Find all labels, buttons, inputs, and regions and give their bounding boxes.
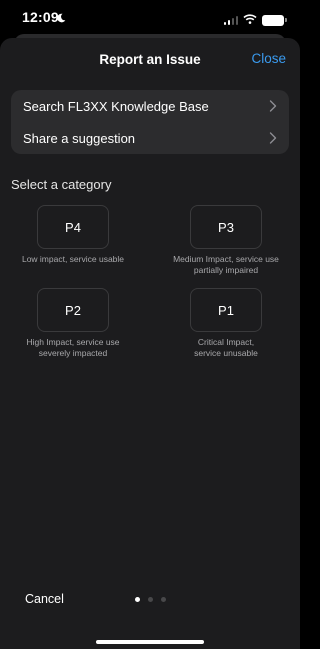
category-description: Low impact, service usable <box>7 254 139 265</box>
options-card: Search FL3XX Knowledge Base Share a sugg… <box>11 90 289 154</box>
category-description: Critical Impact, service unusable <box>160 337 292 359</box>
wifi-icon <box>243 11 257 29</box>
category-description-line: partially impaired <box>193 265 259 275</box>
home-indicator[interactable] <box>96 640 204 644</box>
category-p3-button[interactable]: P3 <box>190 205 262 249</box>
menu-item-label: Search FL3XX Knowledge Base <box>23 98 209 114</box>
section-label: Select a category <box>11 177 112 192</box>
category-p2: P2 High Impact, service use severely imp… <box>7 288 139 359</box>
category-p4-button[interactable]: P4 <box>37 205 109 249</box>
page-dot-active <box>135 597 140 602</box>
moon-icon <box>56 10 66 28</box>
page-dot <box>161 597 166 602</box>
category-p1: P1 Critical Impact, service unusable <box>160 288 292 359</box>
category-description-line: Low impact, service usable <box>21 254 125 264</box>
category-description: Medium Impact, service use partially imp… <box>160 254 292 276</box>
page-dot <box>148 597 153 602</box>
category-p4: P4 Low impact, service usable <box>7 205 139 265</box>
report-issue-sheet: Report an Issue Close Search FL3XX Knowl… <box>0 38 300 649</box>
chevron-right-icon <box>269 100 277 112</box>
sheet-header: Report an Issue Close <box>0 38 300 82</box>
menu-item-label: Share a suggestion <box>23 130 136 146</box>
status-bar: 12:09 <box>0 0 300 34</box>
category-description-line: High Impact, service use <box>26 337 120 347</box>
category-description-line: service unusable <box>194 348 258 358</box>
status-time: 12:09 <box>22 9 59 25</box>
menu-item-search-knowledge-base[interactable]: Search FL3XX Knowledge Base <box>11 90 289 122</box>
menu-item-share-suggestion[interactable]: Share a suggestion <box>11 122 289 154</box>
category-p2-button[interactable]: P2 <box>37 288 109 332</box>
cancel-button[interactable]: Cancel <box>25 592 64 606</box>
page-indicator <box>135 597 166 602</box>
category-description-line: Critical Impact, <box>197 337 255 347</box>
close-button[interactable]: Close <box>251 51 286 66</box>
category-description-line: severely impacted <box>38 348 108 358</box>
category-p1-button[interactable]: P1 <box>190 288 262 332</box>
chevron-right-icon <box>269 132 277 144</box>
battery-icon <box>262 14 287 26</box>
cellular-signal-icon <box>223 15 238 25</box>
category-description-line: Medium Impact, service use <box>173 254 279 264</box>
category-description: High Impact, service use severely impact… <box>7 337 139 359</box>
category-p3: P3 Medium Impact, service use partially … <box>160 205 292 276</box>
